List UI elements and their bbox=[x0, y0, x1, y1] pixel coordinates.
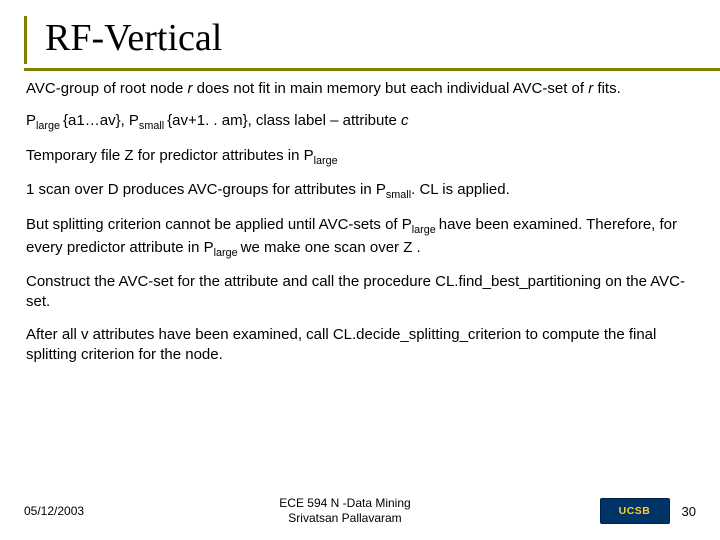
footer-right: UCSB 30 bbox=[576, 498, 696, 524]
paragraph-7: After all v attributes have been examine… bbox=[26, 325, 696, 366]
paragraph-4: 1 scan over D produces AVC-groups for at… bbox=[26, 180, 696, 203]
subscript-small: small bbox=[139, 120, 167, 132]
subscript-large: large bbox=[412, 224, 439, 236]
text: Temporary file Z for predictor attribute… bbox=[26, 147, 314, 164]
text: 1 scan over D produces AVC-groups for at… bbox=[26, 181, 386, 198]
text: AVC-group of root node bbox=[26, 80, 187, 97]
text: P bbox=[26, 112, 36, 129]
paragraph-3: Temporary file Z for predictor attribute… bbox=[26, 146, 696, 169]
paragraph-6: Construct the AVC-set for the attribute … bbox=[26, 272, 696, 313]
footer-author: Srivatsan Pallavaram bbox=[114, 511, 576, 526]
subscript-small: small bbox=[386, 189, 411, 201]
footer: 05/12/2003 ECE 594 N -Data Mining Srivat… bbox=[0, 496, 720, 526]
text: fits. bbox=[593, 80, 621, 97]
text: {a1…av}, P bbox=[63, 112, 139, 129]
footer-center: ECE 594 N -Data Mining Srivatsan Pallava… bbox=[114, 496, 576, 526]
slide: RF-Vertical AVC-group of root node r doe… bbox=[0, 0, 720, 540]
paragraph-1: AVC-group of root node r does not fit in… bbox=[26, 79, 696, 99]
text: But splitting criterion cannot be applie… bbox=[26, 216, 412, 233]
paragraph-2: Plarge {a1…av}, Psmall {av+1. . am}, cla… bbox=[26, 111, 696, 134]
slide-body: AVC-group of root node r does not fit in… bbox=[24, 71, 696, 365]
subscript-large: large bbox=[36, 120, 63, 132]
text: does not fit in main memory but each ind… bbox=[192, 80, 588, 97]
text: . CL is applied. bbox=[411, 181, 510, 198]
slide-number: 30 bbox=[682, 504, 696, 519]
italic-c: c bbox=[401, 112, 409, 129]
subscript-large: large bbox=[214, 247, 241, 259]
footer-date: 05/12/2003 bbox=[24, 504, 114, 518]
ucsb-logo: UCSB bbox=[600, 498, 670, 524]
paragraph-5: But splitting criterion cannot be applie… bbox=[26, 215, 696, 260]
footer-course: ECE 594 N -Data Mining bbox=[114, 496, 576, 511]
slide-title: RF-Vertical bbox=[45, 16, 696, 64]
subscript-large: large bbox=[314, 155, 338, 167]
text: {av+1. . am}, class label – attribute bbox=[167, 112, 401, 129]
title-block: RF-Vertical bbox=[24, 16, 696, 64]
text: we make one scan over Z . bbox=[241, 239, 421, 256]
